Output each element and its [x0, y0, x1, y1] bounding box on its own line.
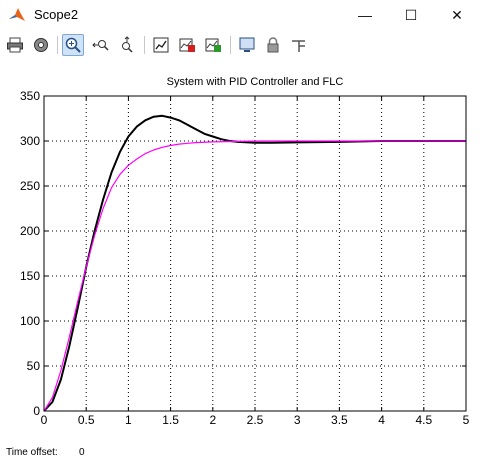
window-title: Scope2 — [34, 7, 79, 22]
restore-axes-icon — [205, 38, 221, 52]
zoom-icon — [65, 37, 81, 53]
time-offset-label: Time offset: — [6, 447, 58, 458]
zoom-button[interactable] — [62, 34, 84, 56]
toolbar-separator — [57, 36, 58, 54]
y-tick-label: 100 — [20, 314, 40, 328]
maximize-button[interactable]: ☐ — [388, 0, 434, 30]
window-titlebar: Scope2 — ☐ ✕ — [0, 0, 480, 30]
lock-icon — [267, 37, 279, 53]
signal-selection-button[interactable] — [288, 34, 310, 56]
y-tick-label: 50 — [27, 359, 41, 373]
zoom-x-icon — [92, 40, 109, 51]
y-tick-label: 300 — [20, 134, 40, 148]
y-tick-label: 350 — [20, 89, 40, 103]
x-tick-label: 1.5 — [162, 413, 179, 427]
minimize-icon: — — [358, 7, 372, 23]
toolbar-separator — [144, 36, 145, 54]
minimize-button[interactable]: — — [342, 0, 388, 30]
restore-axes-button[interactable] — [202, 34, 224, 56]
maximize-icon: ☐ — [404, 6, 418, 23]
zoom-x-button[interactable] — [90, 34, 112, 56]
autoscale-icon — [153, 37, 169, 53]
save-axes-icon — [179, 38, 195, 52]
zoom-y-button[interactable] — [116, 34, 138, 56]
x-tick-label: 3.5 — [331, 413, 348, 427]
print-icon — [7, 37, 23, 53]
y-tick-label: 0 — [33, 404, 40, 418]
parameters-icon — [34, 38, 48, 52]
save-axes-button[interactable] — [176, 34, 198, 56]
x-tick-label: 5 — [463, 413, 470, 427]
y-tick-label: 150 — [20, 269, 40, 283]
x-tick-label: 0 — [41, 413, 48, 427]
parameters-button[interactable] — [30, 34, 52, 56]
y-tick-label: 200 — [20, 224, 40, 238]
floating-scope-icon — [239, 37, 255, 52]
y-tick-label: 250 — [20, 179, 40, 193]
x-tick-label: 3 — [294, 413, 301, 427]
x-tick-label: 4 — [378, 413, 385, 427]
scope-toolbar — [0, 30, 480, 60]
floating-scope-button[interactable] — [236, 34, 258, 56]
print-button[interactable] — [4, 34, 26, 56]
x-tick-label: 2.5 — [247, 413, 264, 427]
scope-plot[interactable]: 0 0.5 1 1.5 2 2.5 3 3.5 4 4.5 50501001502002503003… — [0, 64, 480, 440]
x-tick-label: 2 — [209, 413, 216, 427]
time-offset-value: 0 — [79, 447, 85, 458]
close-button[interactable]: ✕ — [434, 0, 480, 30]
close-icon: ✕ — [451, 6, 463, 23]
matlab-icon — [9, 8, 25, 21]
x-tick-label: 1 — [125, 413, 132, 427]
toolbar-separator — [230, 36, 231, 54]
x-tick-label: 4.5 — [415, 413, 432, 427]
autoscale-button[interactable] — [150, 34, 172, 56]
signal-selection-icon — [292, 40, 305, 52]
lock-button[interactable] — [262, 34, 284, 56]
zoom-y-icon — [122, 36, 133, 53]
x-tick-label: 0.5 — [78, 413, 95, 427]
